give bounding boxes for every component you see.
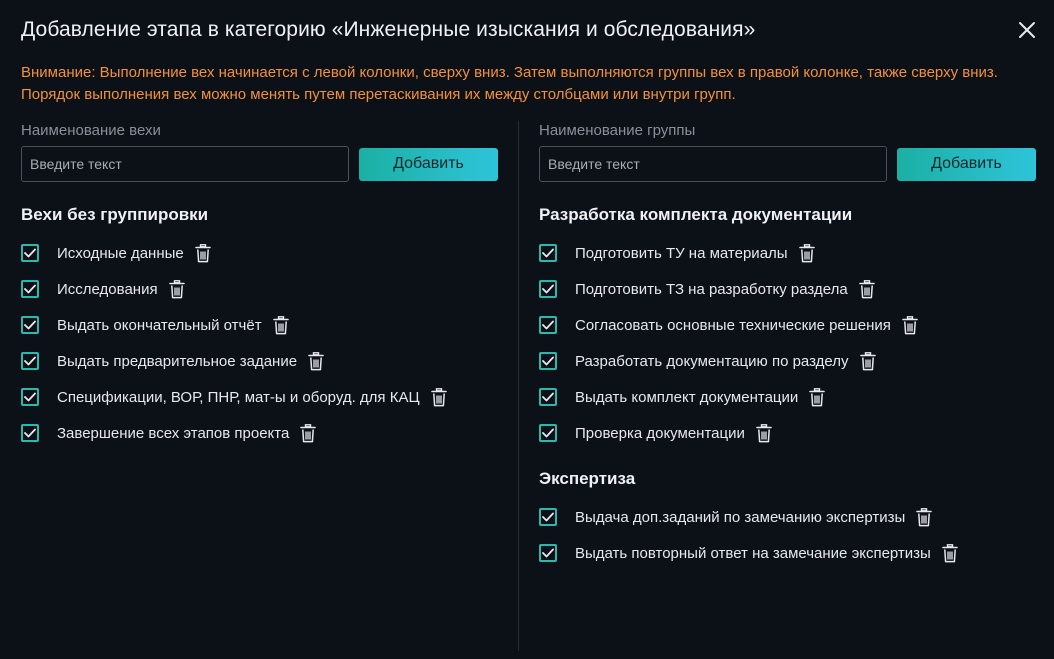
checkbox[interactable] [21,280,39,298]
group-name-label: Наименование группы [539,122,696,139]
milestone-item[interactable]: Выдать повторный ответ на замечание эксп… [539,535,1036,571]
milestone-input-row: Добавить [21,146,499,182]
add-stage-dialog: Добавление этапа в категорию «Инженерные… [0,0,1054,659]
group-input-row: Добавить [539,146,1036,182]
milestone-label: Спецификации, ВОР, ПНР, мат-ы и оборуд. … [57,388,420,406]
groups-column: Наименование группы Добавить Разработка … [539,121,1036,571]
checkbox[interactable] [539,508,557,526]
group-items: Подготовить ТУ на материалы Подготовить Т… [539,235,1036,451]
ungrouped-list: Исходные данные Исследования Выдать оконча… [21,235,499,451]
milestone-item[interactable]: Проверка документации [539,415,1036,451]
milestone-item[interactable]: Выдача доп.заданий по замечанию эксперти… [539,499,1036,535]
trash-icon[interactable] [194,243,211,263]
ungrouped-title: Вехи без группировки [21,205,209,224]
ungrouped-milestones-column: Наименование вехи Добавить Вехи без груп… [21,121,499,451]
checkbox[interactable] [21,424,39,442]
check-icon [542,248,554,258]
check-icon [542,392,554,402]
dialog-title: Добавление этапа в категорию «Инженерные… [21,18,756,41]
column-divider [518,121,519,651]
trash-icon[interactable] [272,315,289,335]
check-icon [542,284,554,294]
milestone-item[interactable]: Спецификации, ВОР, ПНР, мат-ы и оборуд. … [21,379,499,415]
milestone-item[interactable]: Согласовать основные технические решения [539,307,1036,343]
checkbox[interactable] [21,316,39,334]
close-icon[interactable] [1016,19,1038,41]
trash-icon[interactable] [859,351,876,371]
check-icon [542,428,554,438]
check-icon [542,512,554,522]
milestone-label: Согласовать основные технические решения [575,316,891,334]
milestone-label: Выдать окончательный отчёт [57,316,262,334]
check-icon [542,548,554,558]
milestone-name-input[interactable] [21,146,349,182]
checkbox[interactable] [539,316,557,334]
checkbox[interactable] [21,388,39,406]
check-icon [24,428,36,438]
checkbox[interactable] [539,544,557,562]
milestone-name-label: Наименование вехи [21,122,161,139]
trash-icon[interactable] [916,507,933,527]
milestone-item[interactable]: Выдать предварительное задание [21,343,499,379]
checkbox[interactable] [539,424,557,442]
group-title: Разработка комплекта документации [539,205,853,224]
check-icon [24,356,36,366]
milestone-label: Подготовить ТУ на материалы [575,244,788,262]
add-milestone-button[interactable]: Добавить [359,147,498,181]
trash-icon[interactable] [430,387,447,407]
checkbox[interactable] [539,244,557,262]
milestone-label: Исследования [57,280,158,298]
trash-icon[interactable] [798,243,815,263]
check-icon [542,356,554,366]
check-icon [24,248,36,258]
checkbox[interactable] [539,388,557,406]
warning-text: Внимание: Выполнение вех начинается с ле… [21,64,998,103]
milestone-item[interactable]: Завершение всех этапов проекта [21,415,499,451]
milestone-item[interactable]: Выдать комплект документации [539,379,1036,415]
trash-icon[interactable] [300,423,317,443]
group-title: Экспертиза [539,469,636,488]
add-group-button[interactable]: Добавить [897,147,1036,181]
group-list: Разработка комплекта документации Подгото… [539,204,1036,571]
trash-icon[interactable] [858,279,875,299]
milestone-label: Разработать документацию по разделу [575,352,849,370]
checkbox[interactable] [21,244,39,262]
milestone-item[interactable]: Выдать окончательный отчёт [21,307,499,343]
milestone-item[interactable]: Исследования [21,271,499,307]
milestone-label: Исходные данные [57,244,184,262]
milestone-label: Выдать повторный ответ на замечание эксп… [575,544,931,562]
milestone-label: Выдать комплект документации [575,388,799,406]
trash-icon[interactable] [756,423,772,443]
trash-icon[interactable] [809,387,826,407]
group-name-input[interactable] [539,146,887,182]
milestone-label: Подготовить ТЗ на разработку раздела [575,280,848,298]
milestone-item[interactable]: Разработать документацию по разделу [539,343,1036,379]
milestone-label: Завершение всех этапов проекта [57,424,290,442]
milestone-item[interactable]: Подготовить ТУ на материалы [539,235,1036,271]
milestone-label: Проверка документации [575,424,745,442]
check-icon [542,320,554,330]
checkbox[interactable] [539,352,557,370]
trash-icon[interactable] [942,543,958,563]
checkbox[interactable] [21,352,39,370]
milestone-label: Выдать предварительное задание [57,352,298,370]
trash-icon[interactable] [902,315,918,335]
checkbox[interactable] [539,280,557,298]
milestone-item[interactable]: Исходные данные [21,235,499,271]
group-items: Выдача доп.заданий по замечанию эксперти… [539,499,1036,571]
check-icon [24,392,36,402]
milestone-item[interactable]: Подготовить ТЗ на разработку раздела [539,271,1036,307]
check-icon [24,284,36,294]
trash-icon[interactable] [168,279,185,299]
trash-icon[interactable] [308,351,324,371]
milestone-label: Выдача доп.заданий по замечанию эксперти… [575,508,906,526]
check-icon [24,320,36,330]
